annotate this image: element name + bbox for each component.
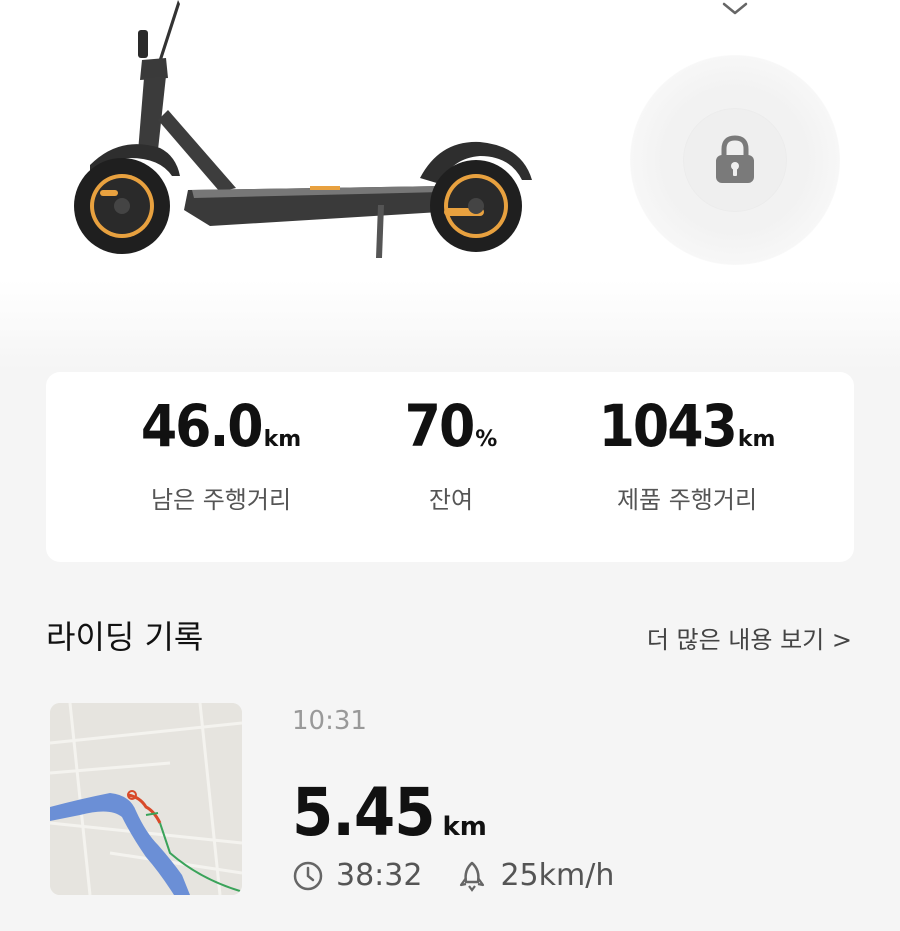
- lock-button-halo: [630, 55, 840, 265]
- hero-fade: [0, 280, 900, 370]
- ride-distance-unit: km: [442, 812, 487, 842]
- ride-route-map[interactable]: [50, 703, 242, 895]
- battery-unit: %: [475, 427, 498, 452]
- scooter-image: [74, 0, 532, 258]
- battery-label: 잔여: [428, 486, 474, 514]
- total-mileage-unit: km: [737, 427, 776, 452]
- ride-start-time: 10:31: [292, 706, 367, 736]
- remaining-range-label: 남은 주행거리: [150, 486, 292, 514]
- stat-battery: 70% 잔여: [366, 392, 536, 515]
- lock-button[interactable]: [684, 109, 786, 211]
- ride-top-speed: 25km/h: [500, 858, 615, 893]
- ride-meta: 38:32 25km/h: [292, 858, 614, 893]
- rocket-icon: [460, 861, 485, 892]
- chevron-down-icon[interactable]: [720, 0, 750, 18]
- remaining-range-unit: km: [263, 427, 302, 452]
- remaining-range-value: 46.0: [140, 392, 264, 460]
- stat-total-mileage: 1043km 제품 주행거리: [576, 392, 798, 515]
- see-more-link[interactable]: 더 많은 내용 보기 >: [647, 620, 852, 655]
- lock-icon: [716, 135, 754, 183]
- battery-value: 70: [404, 392, 476, 460]
- riding-history-title: 라이딩 기록: [46, 618, 204, 656]
- total-mileage-label: 제품 주행거리: [616, 486, 758, 514]
- stat-remaining-range: 46.0km 남은 주행거리: [106, 392, 336, 515]
- route-map-thumbnail: [50, 703, 242, 895]
- scooter-stats-card: 46.0km 남은 주행거리 70% 잔여 1043km 제품 주행거리: [46, 372, 854, 562]
- ride-distance-value: 5.45: [292, 774, 436, 851]
- total-mileage-value: 1043: [598, 392, 738, 460]
- ride-distance: 5.45 km: [292, 774, 487, 851]
- ride-duration: 38:32: [336, 858, 423, 893]
- clock-icon: [293, 861, 323, 890]
